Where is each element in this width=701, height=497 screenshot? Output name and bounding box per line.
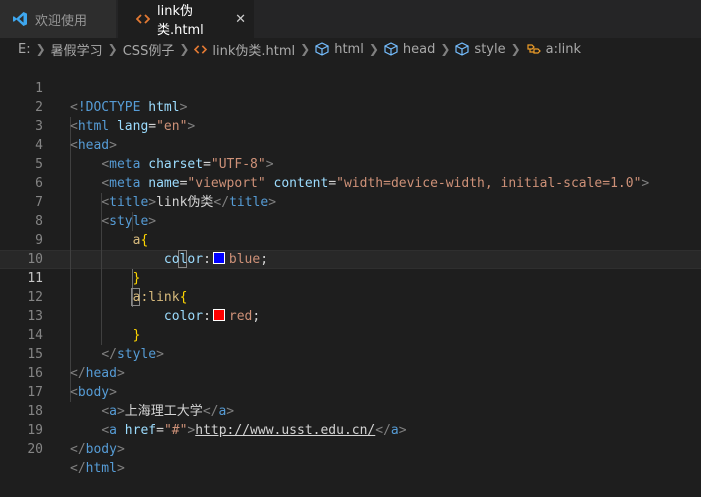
tab-label: 欢迎使用 — [35, 13, 88, 29]
breadcrumb-selector[interactable]: a:link — [546, 42, 581, 57]
chevron-right-icon: ❯ — [440, 42, 451, 56]
breadcrumb-head[interactable]: head — [403, 42, 435, 57]
breadcrumb-subfolder[interactable]: CSS例子 — [123, 40, 175, 59]
code-line: 18 <a href="#">http://www.usst.edu.cn/</… — [0, 383, 701, 438]
code-token: body — [85, 442, 117, 457]
code-line: 5 <meta name="viewport" content="width=d… — [0, 136, 701, 191]
code-line: 15 </head> — [0, 326, 701, 381]
breadcrumb-style[interactable]: style — [474, 42, 505, 57]
close-icon[interactable]: ✕ — [235, 12, 246, 27]
code-line: 14 </style> — [0, 307, 701, 362]
breadcrumb-folder[interactable]: 暑假学习 — [51, 40, 103, 59]
chevron-right-icon: ❯ — [510, 42, 521, 56]
chevron-right-icon: ❯ — [35, 42, 46, 56]
chevron-right-icon: ❯ — [179, 42, 190, 56]
code-line: 4 <meta charset="UTF-8"> — [0, 117, 701, 172]
breadcrumb-html[interactable]: html — [334, 42, 364, 57]
line-number: 20 — [27, 442, 43, 457]
code-line: 17 <a>上海理工大学</a> — [0, 364, 701, 419]
code-editor[interactable]: 1 <!DOCTYPE html> 2 <html lang="en"> 3 <… — [0, 60, 701, 476]
symbol-cube-icon — [315, 42, 329, 56]
code-line: 6 <title>link伪类</title> — [0, 155, 701, 210]
code-line: 8 a{ — [0, 193, 701, 248]
code-line: 9 color: blue; — [0, 212, 701, 267]
tab-link-html[interactable]: link伪类.html ✕ — [118, 0, 254, 38]
html-file-icon — [136, 13, 150, 25]
code-line: 12 color: red; — [0, 269, 701, 324]
code-line: 16 <body> — [0, 345, 701, 400]
code-line: 11 a:link{ — [0, 250, 701, 305]
tab-label: link伪类.html — [157, 4, 204, 38]
chevron-right-icon: ❯ — [368, 42, 379, 56]
vscode-icon — [12, 11, 28, 27]
chevron-right-icon: ❯ — [107, 42, 118, 56]
symbol-cube-icon — [455, 42, 470, 56]
code-line: 3 <head> — [0, 98, 701, 153]
tab-bar: 欢迎使用 link伪类.html ✕ — [0, 0, 701, 38]
breadcrumb: E: ❯ 暑假学习 ❯ CSS例子 ❯ link伪类.html ❯ html ❯… — [0, 38, 701, 60]
html-file-icon — [194, 44, 208, 55]
breadcrumb-drive[interactable]: E: — [18, 42, 31, 57]
code-line: 10 } — [0, 231, 701, 286]
chevron-right-icon: ❯ — [300, 42, 311, 56]
code-line: 19 </body> — [0, 402, 701, 457]
breadcrumb-file[interactable]: link伪类.html — [212, 40, 295, 59]
code-line: 13 } — [0, 288, 701, 343]
code-token: html — [85, 461, 117, 476]
code-line: 2 <html lang="en"> — [0, 79, 701, 134]
tab-welcome[interactable]: 欢迎使用 — [0, 0, 117, 38]
symbol-cube-icon — [384, 42, 398, 56]
code-line: 1 <!DOCTYPE html> — [0, 60, 701, 115]
symbol-class-icon — [526, 42, 541, 56]
code-line: 20 </html> — [0, 421, 701, 476]
code-line: 7 <style> — [0, 174, 701, 229]
